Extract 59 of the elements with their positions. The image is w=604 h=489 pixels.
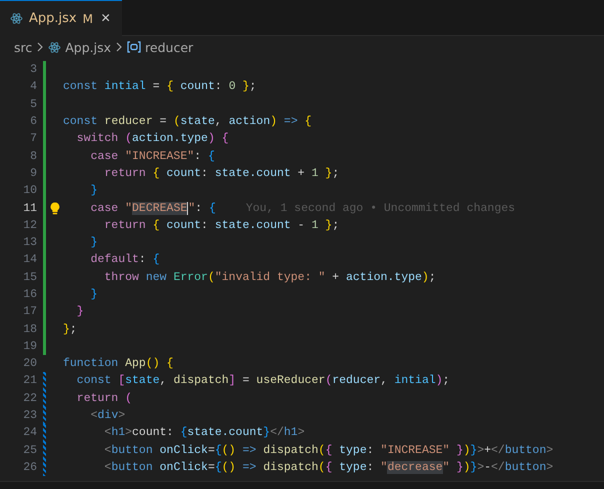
line-number: 22 — [22, 392, 37, 405]
code-line: <button onClick={() => dispatch({ type: "decrease" })}>-</button> — [103, 460, 554, 474]
line-number: 25 — [22, 444, 37, 457]
code-line: } — [90, 288, 98, 301]
line-number: 21 — [22, 374, 37, 388]
line-number: 18 — [22, 322, 37, 336]
variable-symbol-icon — [127, 41, 142, 53]
line-number: 17 — [22, 305, 37, 318]
code-line: const reducer = (state, action) => { — [63, 115, 312, 128]
code-line: return { count: state.count - 1 }; — [103, 218, 340, 232]
blame-annotation: You, 1 second ago • Uncommitted changes — [246, 202, 516, 215]
code-line: }; — [63, 322, 77, 336]
line-number: 4 — [29, 80, 37, 94]
line-number: 12 — [22, 218, 37, 232]
code-line: const [state, dispatch] = useReducer(reducer, intial); — [76, 374, 450, 388]
breadcrumb-item[interactable]: reducer — [145, 40, 194, 54]
lightbulb-icon[interactable] — [50, 202, 60, 215]
code-line: } — [90, 184, 98, 198]
code-line: <div> — [90, 409, 126, 422]
line-number: 15 — [22, 270, 37, 284]
chevron-right-icon — [115, 42, 124, 52]
code-line: throw new Error("invalid type: " + action.type); — [103, 270, 436, 284]
code-line: <h1>count: {state.count}</h1> — [103, 426, 305, 440]
code-line: function App() { — [63, 357, 174, 370]
line-number: 6 — [29, 115, 37, 128]
line-number: 11 — [22, 202, 37, 215]
react-atom-icon — [48, 40, 62, 54]
code-line: switch (action.type) { — [76, 132, 229, 146]
line-number: 5 — [29, 98, 37, 111]
line-number: 26 — [22, 460, 37, 474]
line-number: 20 — [22, 357, 37, 370]
code-line: return { count: state.count + 1 }; — [103, 166, 340, 180]
react-atom-icon — [10, 12, 23, 25]
modified-label: M — [82, 12, 93, 26]
code-line: } — [90, 236, 98, 250]
line-number: 23 — [22, 409, 37, 422]
editor-tab[interactable]: App.jsx M × — [0, 0, 122, 36]
line-number: 9 — [29, 166, 37, 180]
breadcrumb-item[interactable]: App.jsx — [65, 40, 112, 54]
code-line: } — [76, 305, 84, 318]
line-number: 10 — [22, 184, 37, 198]
line-number: 7 — [29, 132, 37, 146]
breadcrumb-item[interactable]: src — [14, 40, 32, 54]
chevron-right-icon — [36, 42, 44, 52]
line-number: 14 — [22, 253, 37, 266]
code-line: return ( — [76, 392, 132, 405]
line-number: 3 — [29, 63, 37, 76]
code-line: case "INCREASE": { — [90, 150, 215, 163]
line-number: 19 — [22, 340, 37, 353]
line-number: 16 — [22, 288, 37, 301]
code-line: default: { — [90, 253, 160, 266]
line-number: 8 — [29, 150, 37, 163]
code-line: case "DECREASE": { — [90, 202, 216, 215]
tab-label: App.jsx — [29, 11, 77, 26]
code-line: <button onClick={() => dispatch({ type: "INCREASE" })}>+</button> — [103, 444, 554, 457]
line-number: 24 — [22, 426, 37, 440]
close-button[interactable]: × — [98, 10, 112, 26]
code-line: const intial = { count: 0 }; — [63, 80, 256, 94]
line-number: 13 — [22, 236, 37, 250]
